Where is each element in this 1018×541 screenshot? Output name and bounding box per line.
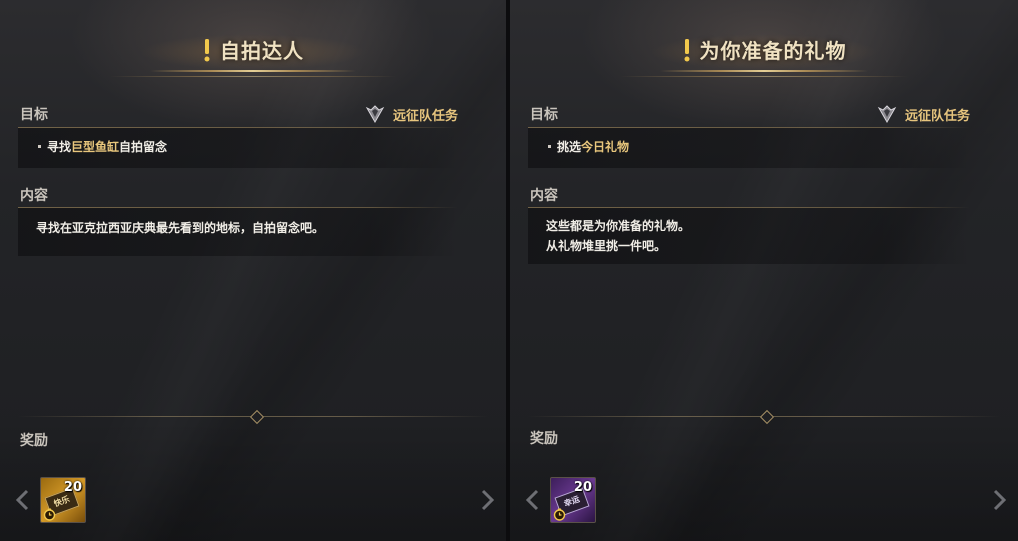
content-line: 从礼物堆里挑一件吧。 <box>546 239 667 253</box>
expedition-crest-icon <box>365 105 385 124</box>
content-label: 内容 <box>20 188 48 204</box>
bullet-icon <box>38 145 41 148</box>
clock-icon <box>553 508 566 521</box>
objective-item: 挑选今日礼物 <box>548 138 629 155</box>
clock-icon <box>43 508 56 521</box>
content-label: 内容 <box>530 188 558 204</box>
chevron-right-icon[interactable] <box>990 488 1008 512</box>
reward-count: 20 <box>63 480 82 495</box>
chevron-left-icon[interactable] <box>524 488 542 512</box>
quest-title: 为你准备的礼物 <box>682 35 847 64</box>
reward-label: 奖励 <box>20 433 48 449</box>
quest-title-bar: 自拍达人 <box>0 28 506 77</box>
exclamation-icon <box>684 38 689 61</box>
quest-type-text: 远征队任务 <box>904 108 970 124</box>
quest-title-bar: 为你准备的礼物 <box>510 28 1018 77</box>
objective-label: 目标 <box>20 107 48 123</box>
chevron-left-icon[interactable] <box>14 488 32 512</box>
quest-panel-right: 为你准备的礼物 目标 远征队任务 挑选今日礼物 内容 这些都是为你准备的礼物。 … <box>510 0 1018 541</box>
reward-count: 20 <box>573 480 592 495</box>
reward-label: 奖励 <box>530 431 558 447</box>
content-text: 这些都是为你准备的礼物。 从礼物堆里挑一件吧。 <box>546 216 690 256</box>
objective-label: 目标 <box>530 107 558 123</box>
chevron-right-icon[interactable] <box>478 488 496 512</box>
bullet-icon <box>548 145 551 148</box>
quest-panel-left: 自拍达人 目标 远征队任务 寻找巨型鱼缸自拍留念 内容 寻找在亚克拉西亚庆典最先… <box>0 0 506 541</box>
objective-highlight: 今日礼物 <box>581 140 630 154</box>
objective-prefix: 寻找 <box>47 140 72 154</box>
quest-title-text: 自拍达人 <box>220 39 304 63</box>
objective-prefix: 挑选 <box>557 140 582 154</box>
content-line: 这些都是为你准备的礼物。 <box>546 219 691 233</box>
objective-suffix: 自拍留念 <box>119 140 168 154</box>
reward-item[interactable]: 幸运 20 <box>550 477 596 523</box>
content-text: 寻找在亚克拉西亚庆典最先看到的地标，自拍留念吧。 <box>36 218 324 238</box>
quest-type-badge: 远征队任务 <box>365 104 458 124</box>
objective-item: 寻找巨型鱼缸自拍留念 <box>38 138 167 155</box>
objective-highlight: 巨型鱼缸 <box>71 140 120 154</box>
content-line: 寻找在亚克拉西亚庆典最先看到的地标，自拍留念吧。 <box>36 221 325 235</box>
quest-title-text: 为你准备的礼物 <box>699 39 847 63</box>
expedition-crest-icon <box>877 105 897 124</box>
exclamation-icon <box>204 38 210 61</box>
quest-title: 自拍达人 <box>202 35 304 64</box>
quest-type-badge: 远征队任务 <box>877 104 970 124</box>
reward-item[interactable]: 快乐 20 <box>40 477 86 523</box>
quest-type-text: 远征队任务 <box>392 108 458 124</box>
